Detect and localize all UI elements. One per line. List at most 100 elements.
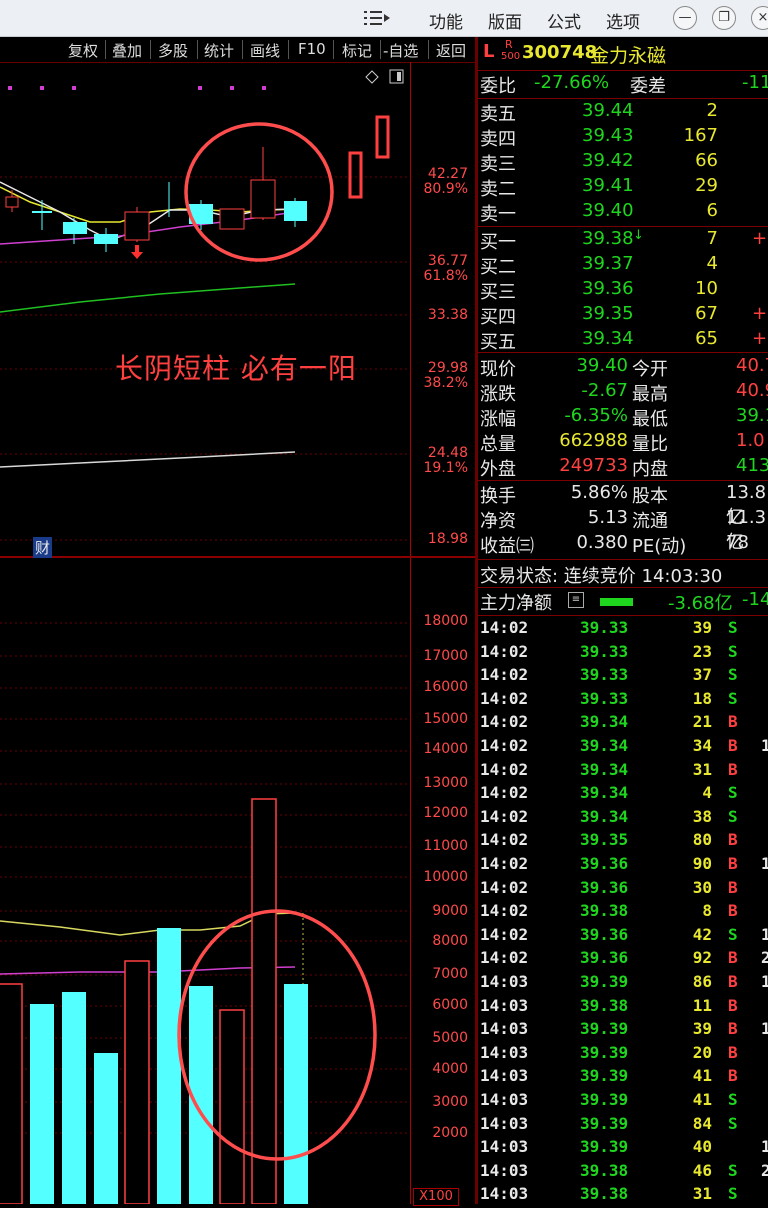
tick-side: S [728,688,738,708]
down-arrow-icon: ↓ [633,228,644,243]
ask-row[interactable]: 卖三 39.42 66 [480,150,768,175]
toolbar-stats[interactable]: 统计 [204,40,234,61]
volume-tick: 11000 [423,838,468,854]
bid-row[interactable]: 买四 39.35 67 + [480,303,768,328]
kline-chart[interactable] [0,62,476,1204]
price-tick: 42.27 [427,166,468,182]
volume-tick: 16000 [423,679,468,695]
close-icon[interactable]: × [751,6,768,30]
bid-price: 39.36 [582,278,634,299]
toolbar-overlay[interactable]: 叠加 [112,40,142,61]
trade-status: 交易状态: 连续竞价 14:03:30 [480,566,723,587]
pct-tick: 38.2% [423,375,468,391]
toolbar-watchlist[interactable]: -自选 [383,40,418,61]
tick-time: 14:03 [480,1184,529,1204]
tick-volume: 80 [692,830,712,850]
ask-label: 卖一 [480,204,516,225]
ask-price: 39.44 [582,100,634,121]
tick-extra: 1 [761,1019,768,1039]
main-net-value: -3.68亿 [668,593,733,614]
bid-row[interactable]: 买一 39.38 ↓ 7 + [480,228,768,253]
tick-price: 39.34 [580,806,629,826]
ask-row[interactable]: 卖四 39.43 167 [480,125,768,150]
menu-function[interactable]: 功能 [429,8,463,33]
tick-time: 14:03 [480,1160,529,1180]
tick-extra: 1 [761,1137,768,1157]
tick-volume: 39 [692,1019,712,1039]
tick-time: 14:03 [480,1066,529,1086]
ask-price: 39.42 [582,150,634,171]
tick-volume: 39 [692,618,712,637]
finance-marker[interactable]: 财 [33,537,53,558]
toolbar-f10[interactable]: F10 [298,40,326,58]
tick-side: B [728,736,738,755]
ask-label: 卖二 [480,179,516,200]
tick-side: B [728,877,738,897]
ask-row[interactable]: 卖五 39.44 2 [480,100,768,125]
tick-price: 39.34 [580,736,629,755]
ask-price: 39.40 [582,200,634,221]
tick-price: 39.36 [580,924,629,944]
weibi-row: 委比 -27.66% 委差 -11 [480,72,768,97]
tick-volume: 11 [692,995,712,1015]
ask-row[interactable]: 卖二 39.41 29 [480,175,768,200]
quote-row: 外盘 249733 内盘 41325 [480,455,768,480]
quote-label-2: 最低 [632,409,668,430]
menu-bar: 功能 版面 公式 选项 — ❐ × [0,0,768,37]
tick-time: 14:02 [480,641,529,661]
ask-row[interactable]: 卖一 39.40 6 [480,200,768,225]
restore-icon[interactable]: ❐ [712,6,736,30]
tick-time: 14:02 [480,665,529,685]
minimize-icon[interactable]: — [673,6,697,30]
price-tick: 18.98 [427,531,468,547]
tick-side: S [728,618,738,637]
toolbar-mark[interactable]: 标记 [342,40,372,61]
toolbar-draw[interactable]: 画线 [250,40,280,61]
bid-volume: 7 [706,228,718,249]
tick-side: S [728,665,738,685]
menu-layout[interactable]: 版面 [488,8,522,33]
bid-price: 39.38 [582,228,634,249]
bid-row[interactable]: 买五 39.34 65 +6 [480,328,768,353]
volume-tick: 13000 [423,775,468,791]
volume-tick: 5000 [432,1030,468,1046]
tick-volume: 18 [692,688,712,708]
tick-volume: 8 [702,901,712,921]
tick-price: 39.34 [580,712,629,732]
quote-label-2: 内盘 [632,459,668,480]
bid-row[interactable]: 买三 39.36 10 [480,278,768,303]
quote-value: 249733 [559,455,628,476]
quote-label-2: 最高 [632,384,668,405]
list-arrow-icon[interactable] [362,8,392,28]
menu-options[interactable]: 选项 [606,8,640,33]
fundamental-value: 5.86% [570,482,628,503]
tick-side: S [728,1090,738,1109]
tick-time: 14:02 [480,688,529,708]
bid-price: 39.35 [582,303,634,324]
tick-side: S [728,641,738,661]
bid-volume: 65 [695,328,718,349]
bid-volume: 67 [695,303,718,324]
ask-volume: 2 [706,100,718,121]
volume-tick: 2000 [432,1125,468,1141]
bid-row[interactable]: 买二 39.37 4 [480,253,768,278]
tick-time: 14:03 [480,1090,529,1109]
tick-extra: 2 [761,1160,768,1180]
tick-row: 14:03 39.39 86 B 1 [480,972,768,996]
list-icon[interactable]: ≡ [568,592,584,608]
quote-value: -6.35% [564,405,628,426]
tick-side: S [728,783,738,803]
toolbar-back[interactable]: 返回 [436,40,466,61]
volume-tick: 6000 [432,997,468,1013]
quote-row: 涨幅 -6.35% 最低 39.1 [480,405,768,430]
menu-formula[interactable]: 公式 [547,8,581,33]
fundamental-label-2: PE(动) [632,536,687,557]
toolbar-fuquan[interactable]: 复权 [68,40,98,61]
toolbar-multistock[interactable]: 多股 [158,40,188,61]
volume-unit-label: X100 [413,1188,459,1206]
tick-volume: 90 [692,854,712,873]
tick-row: 14:02 39.34 38 S [480,807,768,831]
tick-time: 14:03 [480,1113,529,1133]
pct-tick: 61.8% [423,268,468,284]
ask-volume: 6 [706,200,718,221]
